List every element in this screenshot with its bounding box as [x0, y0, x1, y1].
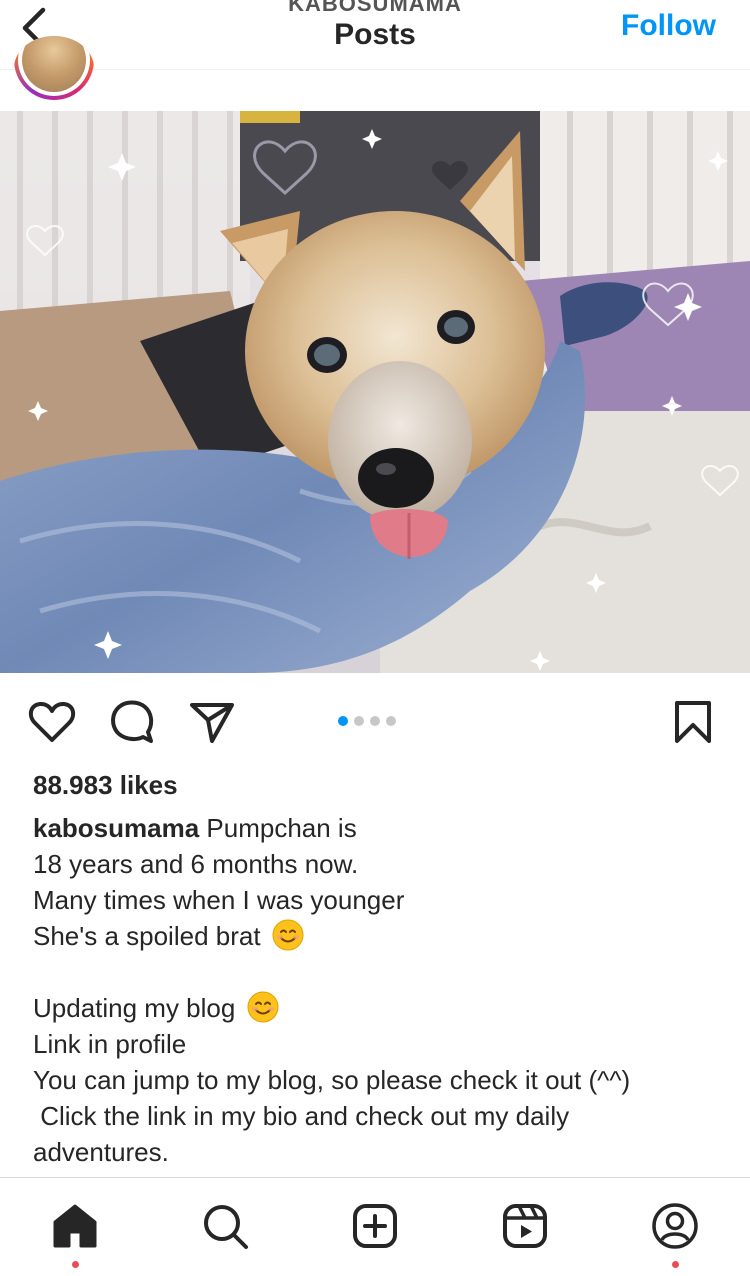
caption-line: You can jump to my blog, so please check… — [33, 1065, 631, 1095]
reels-icon — [503, 1204, 547, 1248]
nav-new-post-button[interactable] — [347, 1198, 403, 1254]
comment-button[interactable] — [106, 690, 158, 754]
carousel-dot-active — [338, 716, 348, 726]
new-post-icon — [353, 1204, 397, 1248]
caption-username[interactable]: kabosumama — [33, 813, 199, 843]
caption-text: Pumpchan is — [199, 813, 357, 843]
caption-text: She's a spoiled brat — [33, 921, 261, 951]
top-header: KABOSUMAMA Posts Follow — [0, 0, 750, 70]
caption-line: Link in profile — [33, 1029, 187, 1059]
post-photo-image — [0, 111, 750, 673]
home-icon — [53, 1204, 97, 1248]
caption-line: kabosumama Pumpchan is — [33, 810, 723, 846]
bookmark-icon — [675, 701, 711, 743]
notification-dot — [72, 1261, 79, 1268]
caption-line: adventures. — [33, 1137, 169, 1167]
comment-icon — [111, 700, 154, 743]
caption-line: Many times when I was younger — [33, 885, 405, 915]
nav-home-button[interactable] — [47, 1198, 103, 1254]
nav-profile-button[interactable] — [647, 1198, 703, 1254]
post-caption: kabosumama Pumpchan is 18 years and 6 mo… — [33, 810, 723, 1170]
follow-button[interactable]: Follow — [621, 9, 716, 43]
heart-icon — [28, 701, 76, 742]
share-icon — [190, 703, 234, 743]
likes-count[interactable]: 88.983 likes — [33, 770, 178, 801]
bottom-nav — [0, 1177, 750, 1276]
carousel-dot — [370, 716, 380, 726]
save-button[interactable] — [667, 690, 719, 754]
notification-dot — [672, 1261, 679, 1268]
post-actions — [0, 690, 750, 754]
caption-line: Click the link in my bio and check out m… — [33, 1101, 570, 1131]
smiling-face-emoji-icon — [272, 919, 304, 951]
caption-line: 18 years and 6 months now. — [33, 849, 359, 879]
nav-search-button[interactable] — [197, 1198, 253, 1254]
caption-text: Updating my blog — [33, 993, 236, 1023]
nav-reels-button[interactable] — [497, 1198, 553, 1254]
like-button[interactable] — [26, 690, 78, 754]
smiling-face-emoji-icon — [247, 991, 279, 1023]
caption-line: Updating my blog — [33, 990, 723, 1026]
search-icon — [204, 1205, 248, 1249]
avatar[interactable] — [14, 36, 94, 100]
share-button[interactable] — [186, 690, 238, 754]
carousel-dot — [386, 716, 396, 726]
carousel-indicator — [338, 716, 396, 726]
profile-icon — [652, 1203, 698, 1249]
caption-line: She's a spoiled brat — [33, 918, 723, 954]
carousel-dot — [354, 716, 364, 726]
post-photo[interactable] — [0, 111, 750, 673]
